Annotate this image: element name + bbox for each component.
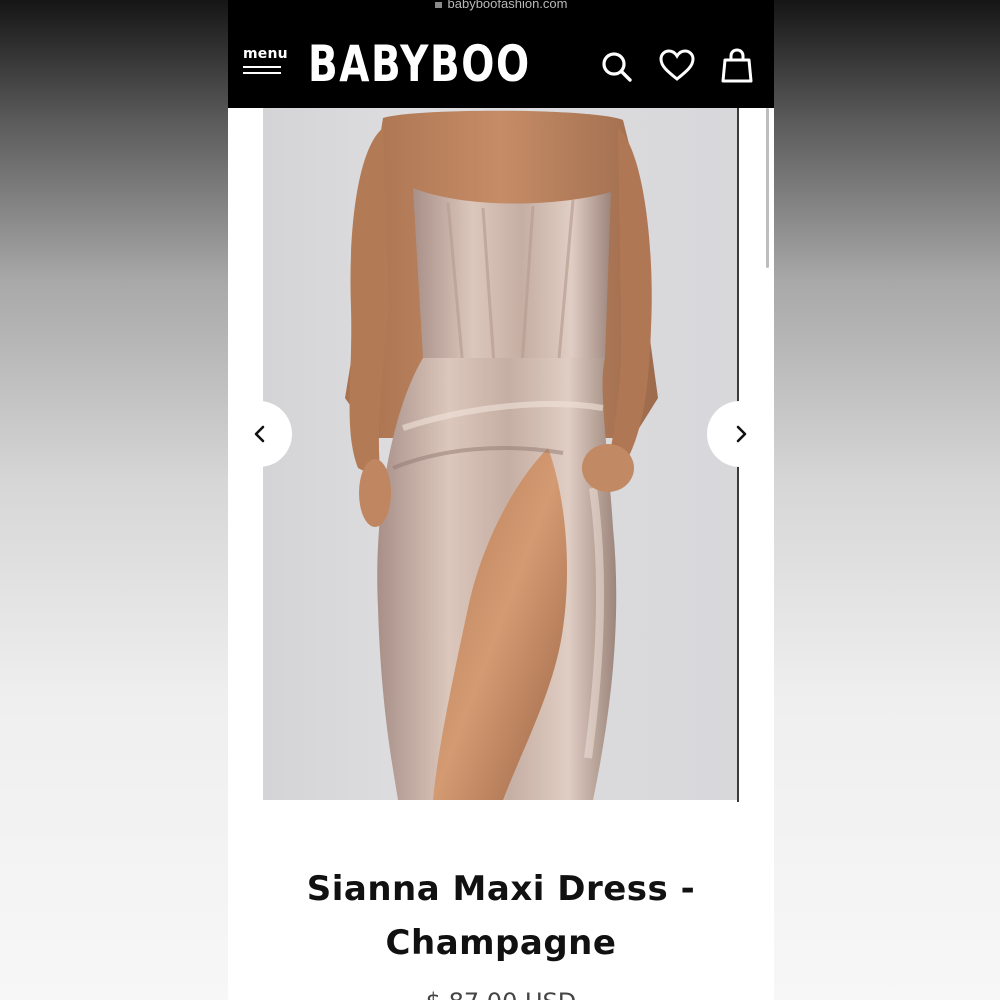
site-logo[interactable]: BABYBOO bbox=[308, 36, 531, 92]
scrollbar[interactable] bbox=[766, 108, 769, 268]
hamburger-icon bbox=[243, 66, 281, 78]
product-price: $ 87.00 USD bbox=[228, 990, 774, 1000]
site-header: menu BABYBOO bbox=[228, 12, 774, 108]
url-text: babyboofashion.com bbox=[447, 0, 568, 11]
gallery-next-button[interactable] bbox=[707, 401, 773, 467]
lock-icon bbox=[434, 1, 442, 8]
phone-screen: babyboofashion.com menu BABYBOO Sianna M… bbox=[228, 0, 774, 1000]
product-title-line1: Sianna Maxi Dress - bbox=[306, 869, 696, 909]
heart-icon[interactable] bbox=[659, 48, 695, 84]
search-icon[interactable] bbox=[599, 48, 635, 84]
menu-label: menu bbox=[243, 46, 288, 62]
browser-url-bar[interactable]: babyboofashion.com bbox=[228, 0, 774, 12]
gallery-prev-button[interactable] bbox=[228, 401, 292, 467]
menu-button[interactable]: menu bbox=[243, 46, 288, 80]
product-title-line2: Champagne bbox=[385, 923, 617, 963]
product-image[interactable] bbox=[263, 108, 739, 800]
product-photo-illustration bbox=[345, 110, 658, 800]
product-title: Sianna Maxi Dress - Champagne bbox=[228, 862, 774, 970]
bag-icon[interactable] bbox=[719, 48, 755, 84]
chevron-right-icon bbox=[736, 425, 747, 443]
chevron-left-icon bbox=[254, 425, 265, 443]
